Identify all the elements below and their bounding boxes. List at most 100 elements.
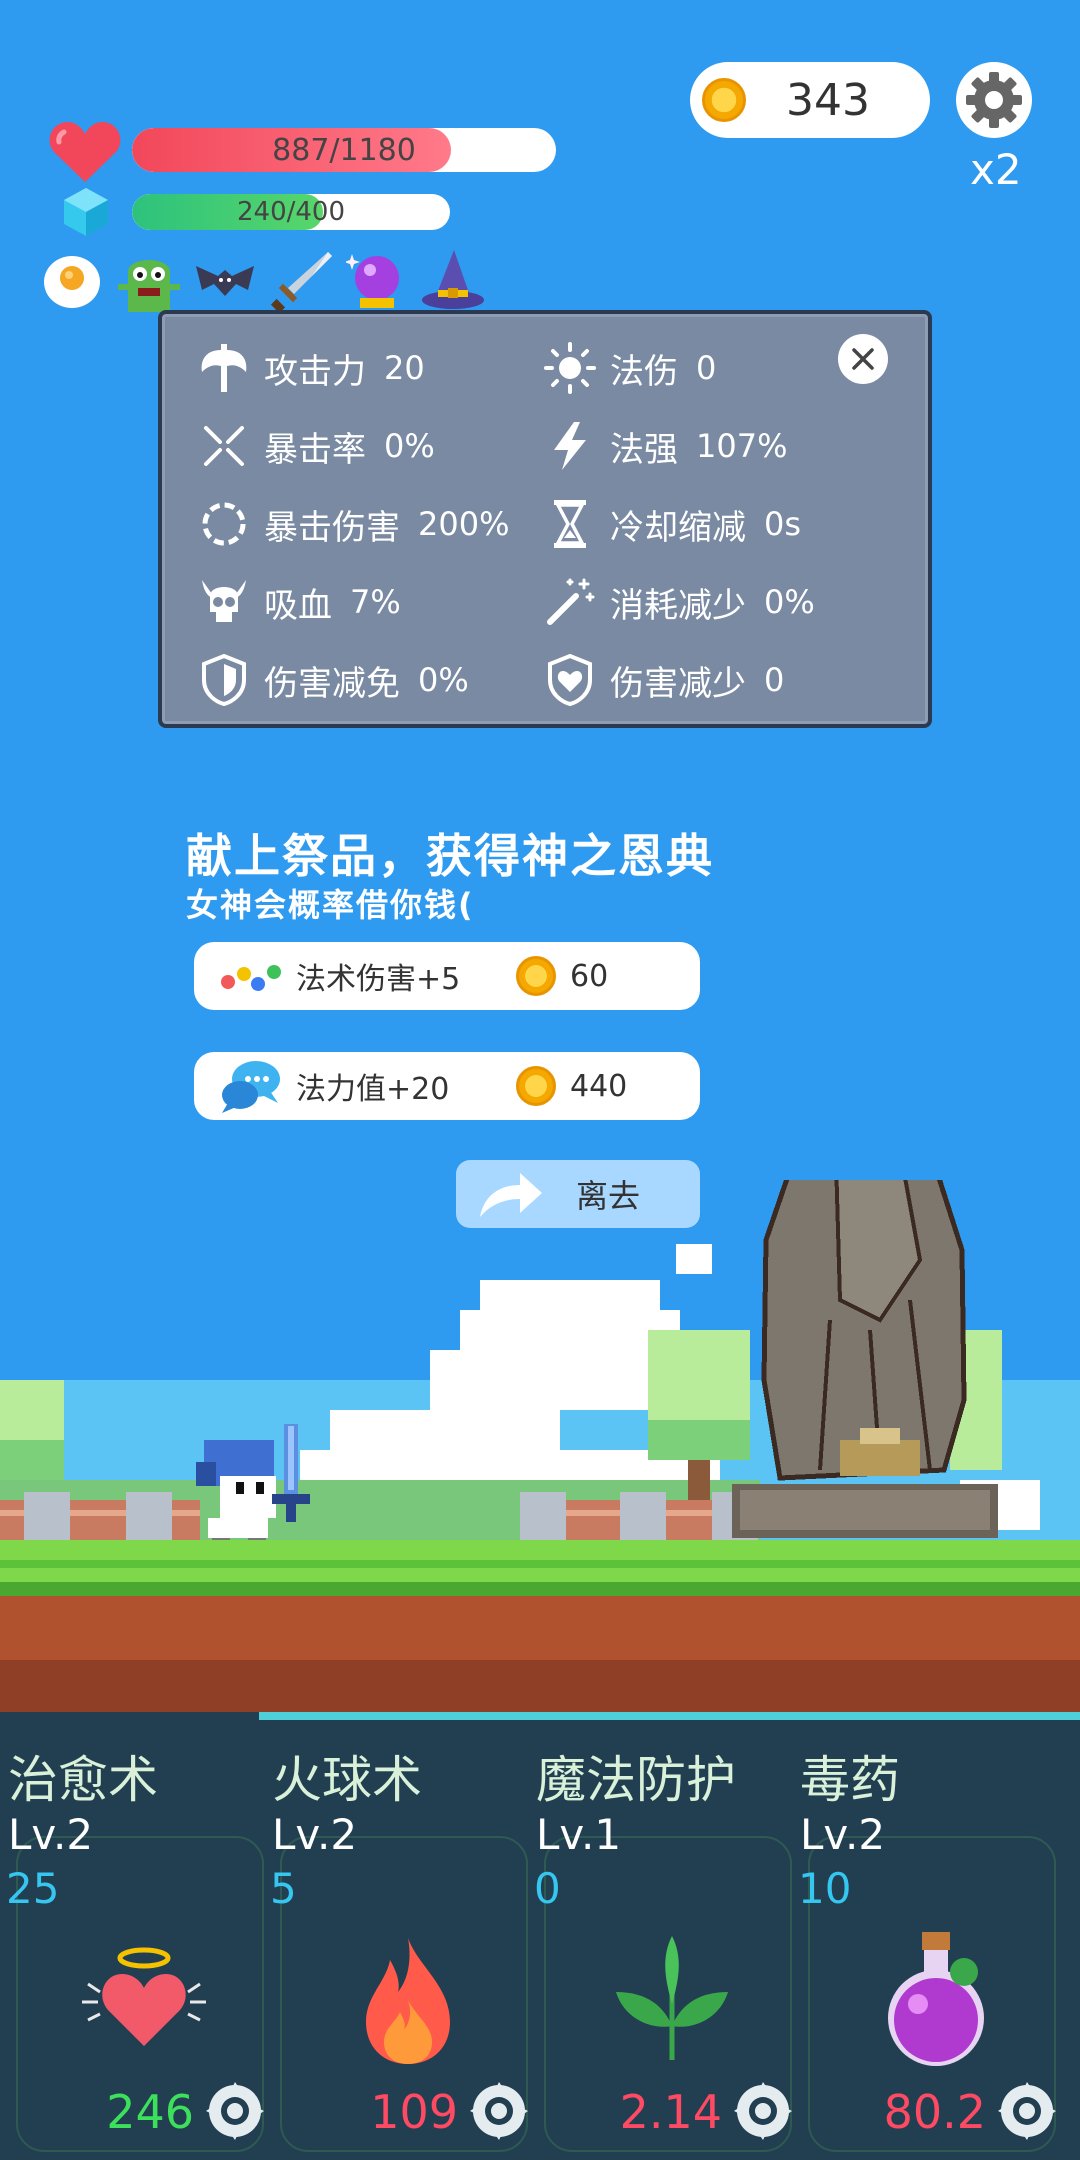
skill-value: 2.14 (619, 2085, 722, 2139)
stat-crit-damage: 暴击伤害 200% (198, 498, 509, 550)
stat-attack-value: 20 (384, 349, 425, 387)
upgrade-gear-icon[interactable] (730, 2078, 796, 2144)
horned-skull-icon (198, 576, 250, 628)
skill-poison[interactable]: 毒药 Lv.2 10 80.2 (792, 1740, 1056, 2152)
offer-spell-damage-button[interactable]: 法术伤害+5 60 (194, 942, 700, 1010)
mana-gem-icon (64, 188, 108, 236)
axe-icon (198, 342, 250, 394)
chat-bubbles-icon (218, 1058, 284, 1114)
stat-damage-immunity-label: 伤害减免 (264, 663, 400, 704)
health-text: 887/1180 (272, 132, 416, 168)
stat-spell-power-value: 107% (696, 427, 788, 465)
stat-damage-immunity: 伤害减免 0% (198, 654, 469, 706)
ground (0, 1540, 1080, 1712)
poison-potion-icon (888, 1932, 984, 2066)
skill-cost: 25 (6, 1864, 60, 1913)
mana-bar: 240/400 (132, 194, 450, 230)
coin-count: 343 (786, 74, 870, 126)
stat-lifesteal-label: 吸血 (264, 585, 332, 626)
stats-panel: 攻击力 20 暴击率 0% 暴击伤害 200% 吸血 7% 伤害减免 0% 法伤 (158, 310, 932, 728)
stat-cost-reduction-value: 0% (764, 583, 815, 621)
skill-name: 魔法防护 (536, 1751, 736, 1809)
upgrade-gear-icon[interactable] (994, 2078, 1060, 2144)
close-icon (852, 348, 874, 370)
stat-crit-rate-label: 暴击率 (264, 429, 366, 470)
stat-cost-reduction: 消耗减少 0% (544, 576, 815, 628)
stat-crit-rate: 暴击率 0% (198, 420, 435, 472)
game-speed-toggle[interactable]: x2 (970, 145, 1022, 194)
skill-value: 109 (370, 2085, 458, 2139)
skill-name: 火球术 (272, 1751, 422, 1809)
stat-spell-power: 法强 107% (544, 420, 787, 472)
stat-lifesteal-value: 7% (350, 583, 401, 621)
close-stats-button[interactable] (838, 334, 888, 384)
mana-text: 240/400 (236, 197, 345, 227)
stat-spell-power-label: 法强 (610, 429, 678, 470)
wizard-hat-icon[interactable] (420, 248, 486, 314)
crit-ring-icon (198, 498, 250, 550)
goddess-statue (732, 1180, 998, 1538)
skill-value: 246 (106, 2085, 194, 2139)
coin-counter: 343 (690, 62, 930, 138)
stat-damage-reduction-value: 0 (764, 661, 785, 699)
crystal-ball-icon[interactable] (344, 248, 410, 314)
stat-cost-reduction-label: 消耗减少 (610, 585, 746, 626)
offer-price: 60 (570, 958, 609, 994)
stat-lifesteal: 吸血 7% (198, 576, 401, 628)
stat-magic-damage: 法伤 0 (544, 342, 716, 394)
skill-value: 80.2 (883, 2085, 986, 2139)
fire-icon (366, 1938, 450, 2064)
coin-icon (516, 956, 556, 996)
skills-panel-border (0, 1712, 1080, 1720)
offer-price: 440 (570, 1068, 628, 1104)
stat-magic-damage-value: 0 (696, 349, 717, 387)
magic-wand-icon (544, 576, 596, 628)
coin-icon (702, 78, 746, 122)
stat-damage-reduction-label: 伤害减少 (610, 663, 746, 704)
sun-icon (544, 342, 596, 394)
stat-cooldown-value: 0s (764, 505, 802, 543)
settings-button[interactable] (956, 62, 1032, 138)
stat-cooldown-label: 冷却缩减 (610, 507, 746, 548)
offer-label: 法术伤害+5 (296, 962, 461, 997)
upgrade-gear-icon[interactable] (202, 2078, 268, 2144)
colored-dots-icon (218, 948, 284, 1004)
leaf-icon (616, 1936, 728, 2060)
health-bar: 887/1180 (132, 128, 556, 172)
skill-level: Lv.1 (536, 1810, 622, 1859)
buff-list (40, 248, 486, 318)
stat-cooldown: 冷却缩减 0s (544, 498, 801, 550)
stat-attack: 攻击力 20 (198, 342, 425, 394)
sword-icon[interactable] (268, 248, 334, 314)
lightning-icon (544, 420, 596, 472)
stat-damage-immunity-value: 0% (418, 661, 469, 699)
stat-crit-damage-value: 200% (418, 505, 510, 543)
offering-subtitle: 女神会概率借你钱( (186, 886, 475, 924)
heart-icon (49, 122, 121, 182)
offer-mana-button[interactable]: 法力值+20 440 (194, 1052, 700, 1120)
skill-magic-shield[interactable]: 魔法防护 Lv.1 0 2.14 (528, 1740, 792, 2152)
skill-cost: 10 (798, 1864, 852, 1913)
crit-cross-icon (198, 420, 250, 472)
skill-level: Lv.2 (272, 1810, 358, 1859)
skill-cost: 5 (270, 1864, 297, 1913)
skill-heal[interactable]: 治愈术 Lv.2 25 246 (0, 1740, 264, 2152)
heart-halo-icon (82, 1947, 206, 2046)
stat-magic-damage-label: 法伤 (610, 351, 678, 392)
skill-fireball[interactable]: 火球术 Lv.2 5 109 (264, 1740, 528, 2152)
egg-icon[interactable] (40, 248, 106, 314)
bat-icon[interactable] (192, 248, 258, 314)
stat-crit-rate-value: 0% (384, 427, 435, 465)
skill-cost: 0 (534, 1864, 561, 1913)
skill-level: Lv.2 (800, 1810, 886, 1859)
skill-level: Lv.2 (8, 1810, 94, 1859)
green-monster-icon[interactable] (116, 248, 182, 314)
shield-icon (198, 654, 250, 706)
coin-icon (516, 1066, 556, 1106)
upgrade-gear-icon[interactable] (466, 2078, 532, 2144)
skill-name: 毒药 (800, 1751, 900, 1809)
stat-crit-damage-label: 暴击伤害 (264, 507, 400, 548)
skill-name: 治愈术 (8, 1751, 158, 1809)
gear-icon (966, 72, 1022, 128)
game-scene (0, 1180, 1080, 1712)
